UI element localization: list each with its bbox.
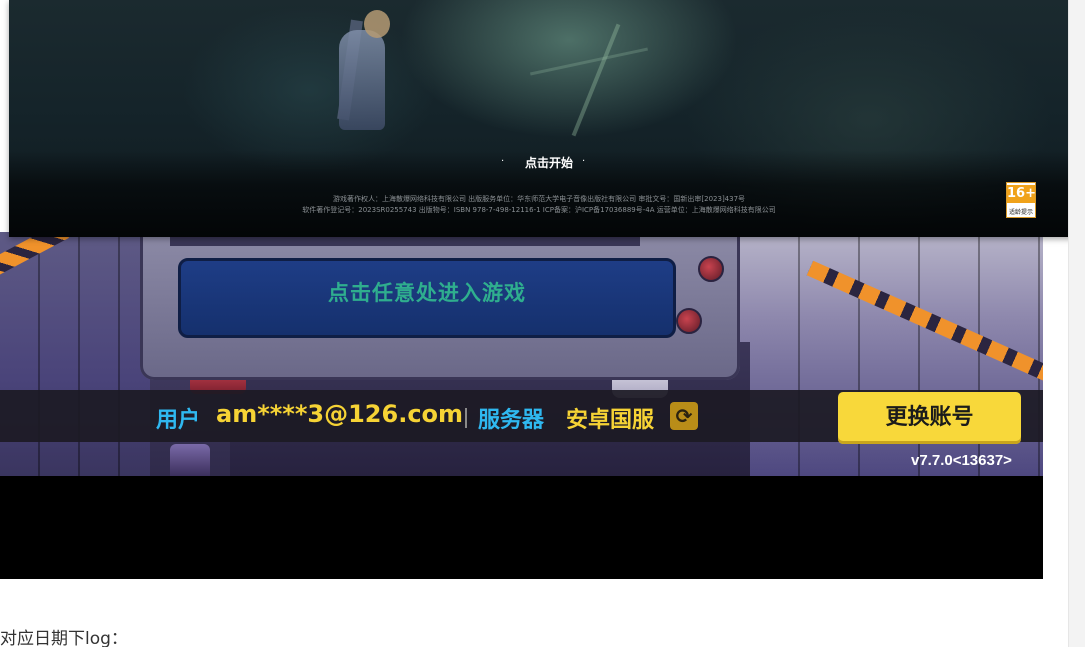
bolt-icon (676, 308, 702, 334)
knight-head (364, 10, 390, 38)
character-sprite (170, 444, 210, 476)
light-crack-decor (529, 47, 649, 76)
enter-game-label[interactable]: 点击任意处进入游戏 (178, 277, 676, 307)
age-rating-badge: 16+ 适龄提示 (1006, 182, 1036, 218)
age-rating-label: 适龄提示 (1008, 209, 1033, 216)
info-divider (465, 408, 467, 428)
knight-character (339, 30, 385, 130)
server-value[interactable]: 安卓国服 (566, 402, 654, 434)
game-login-screenshot[interactable]: 点击任意处进入游戏 用户 am****3@126.com 服务器 安卓国服 ⟳ … (0, 232, 1043, 476)
refresh-icon[interactable]: ⟳ (670, 402, 698, 430)
game-title-screenshot[interactable]: · 点击开始 · 游戏著作权人：上海散爆网络科技有限公司 出版服务单位：华东师范… (9, 0, 1076, 237)
page-scrollbar[interactable] (1068, 0, 1085, 647)
black-band (0, 476, 1043, 579)
user-label: 用户 (156, 408, 201, 433)
tap-to-start[interactable]: 点击开始 (489, 154, 609, 171)
server-label: 服务器 (478, 408, 545, 433)
page: 点击任意处进入游戏 用户 am****3@126.com 服务器 安卓国服 ⟳ … (0, 0, 1085, 647)
sparkle-icon: · (582, 156, 586, 167)
version-label: v7.7.0<13637> (911, 452, 1012, 469)
legal-line-2: 软件著作登记号：2023SR0255743 出版物号：ISBN 978-7-49… (302, 206, 776, 214)
log-caption: 对应日期下log： (0, 629, 128, 647)
bolt-icon (698, 256, 724, 282)
light-crack-decor (571, 23, 621, 137)
age-rating-number: 16+ (1007, 185, 1036, 203)
user-account-value: am****3@126.com (216, 400, 464, 428)
switch-account-button[interactable]: 更换账号 (838, 392, 1021, 444)
legal-line-1: 游戏著作权人：上海散爆网络科技有限公司 出版服务单位：华东师范大学电子音像出版社… (332, 195, 746, 203)
